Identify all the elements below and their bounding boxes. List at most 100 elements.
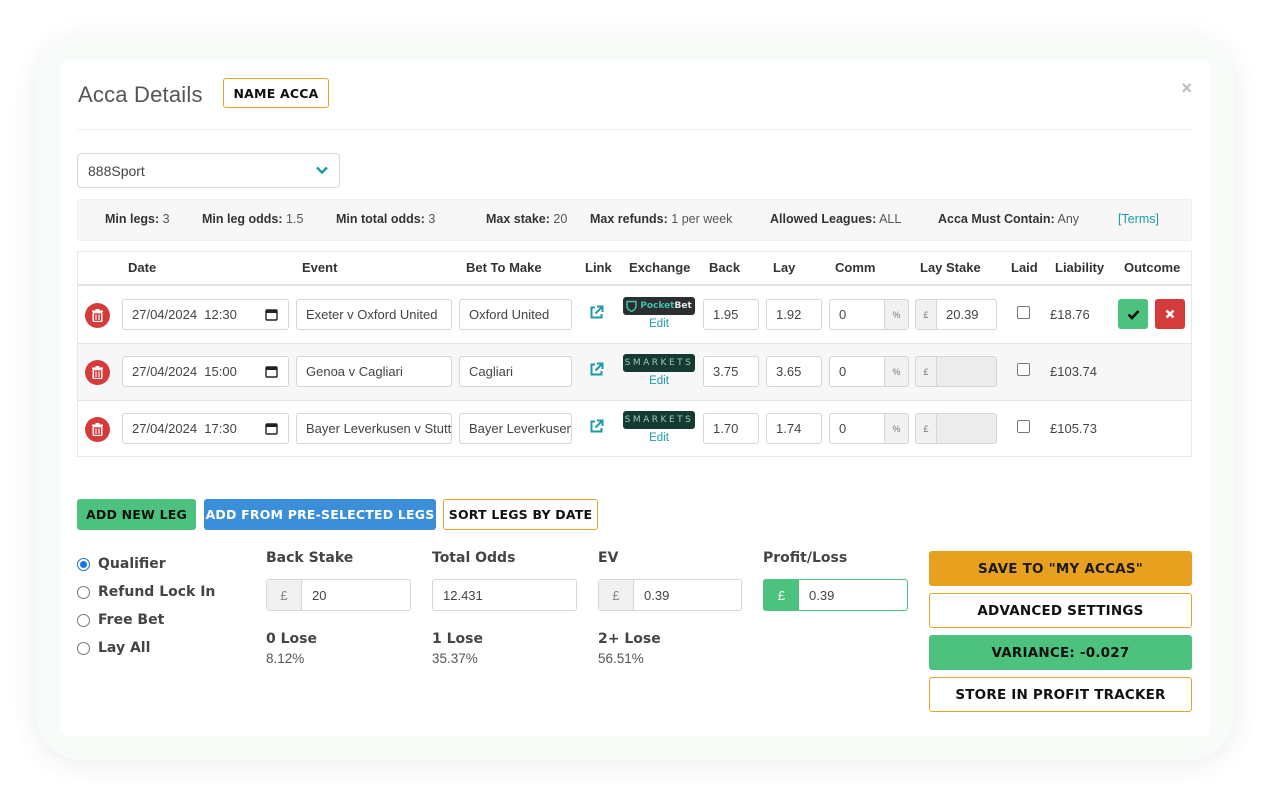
terms-link[interactable]: [Terms] — [1118, 212, 1159, 226]
leg-comm-input[interactable]: 0 — [829, 413, 885, 444]
bet-type-radio-group: Qualifier Refund Lock In Free Bet Lay Al… — [77, 550, 215, 662]
calendar-icon[interactable] — [265, 308, 278, 321]
add-preselected-legs-button[interactable]: ADD FROM PRE-SELECTED LEGS — [204, 499, 436, 530]
lose-1-stat: 1 Lose 35.37% — [432, 631, 483, 666]
term-max-stake: Max stake: 20 — [486, 212, 568, 226]
close-icon[interactable]: × — [1181, 78, 1192, 99]
check-icon — [1127, 309, 1139, 320]
pound-addon: £ — [915, 413, 937, 444]
leg-lay-stake-input[interactable] — [936, 356, 997, 387]
modal-title: Acca Details — [78, 82, 203, 107]
leg-event-value: Genoa v Cagliari — [306, 364, 403, 379]
header-event: Event — [302, 260, 338, 275]
exchange-logo-smarkets: SMARKETS — [623, 354, 695, 372]
table-row: 27/04/2024 15:00 Genoa v Cagliari Caglia… — [78, 344, 1191, 401]
calendar-icon[interactable] — [265, 422, 278, 435]
radio-button[interactable] — [77, 613, 90, 627]
outcome-won-button[interactable] — [1118, 299, 1148, 329]
back-stake-input[interactable]: £ 20 — [266, 579, 411, 611]
back-stake-group: Back Stake £ 20 — [266, 550, 411, 611]
profit-loss-value: 0.39 — [809, 587, 835, 603]
laid-checkbox[interactable] — [1017, 363, 1030, 376]
radio-button[interactable] — [77, 585, 90, 599]
total-odds-input[interactable]: 12.431 — [432, 579, 577, 611]
ev-input[interactable]: £ 0.39 — [598, 579, 742, 611]
external-link-icon[interactable] — [589, 305, 604, 320]
lose-1-value: 35.37% — [432, 651, 478, 666]
leg-bet-input[interactable]: Cagliari — [459, 356, 572, 387]
laid-checkbox[interactable] — [1017, 306, 1030, 319]
edit-exchange-link[interactable]: Edit — [623, 432, 695, 444]
leg-event-input[interactable]: Exeter v Oxford United — [296, 299, 452, 330]
term-allowed-leagues: Allowed Leagues: ALL — [770, 212, 902, 226]
header-link: Link — [585, 260, 612, 275]
delete-leg-button[interactable] — [85, 360, 110, 385]
total-odds-label: Total Odds — [432, 550, 516, 566]
profit-loss-input[interactable]: £ 0.39 — [763, 579, 908, 611]
leg-lay-odds-input[interactable]: 1.92 — [766, 299, 822, 330]
leg-event-input[interactable]: Bayer Leverkusen v Stuttgart — [296, 413, 452, 444]
advanced-settings-button[interactable]: ADVANCED SETTINGS — [929, 593, 1192, 628]
outcome-lost-button[interactable] — [1155, 299, 1185, 329]
name-acca-button[interactable]: NAME ACCA — [223, 78, 329, 108]
lose-1-label: 1 Lose — [432, 631, 483, 647]
radio-button[interactable] — [77, 557, 90, 571]
delete-leg-button[interactable] — [85, 303, 110, 328]
header-comm: Comm — [835, 260, 876, 275]
offer-terms-bar: Min legs: 3 Min leg odds: 1.5 Min total … — [77, 199, 1192, 241]
header-liability: Liability — [1055, 260, 1105, 275]
radio-free-bet[interactable]: Free Bet — [77, 606, 215, 634]
leg-lay-value: 3.65 — [776, 364, 802, 379]
add-new-leg-button[interactable]: ADD NEW LEG — [77, 499, 196, 530]
laid-checkbox[interactable] — [1017, 420, 1030, 433]
leg-date-input[interactable]: 27/04/2024 15:00 — [122, 356, 289, 387]
leg-date-input[interactable]: 27/04/2024 12:30 — [122, 299, 289, 330]
back-stake-value: 20 — [312, 587, 327, 603]
lose-2plus-value: 56.51% — [598, 651, 644, 666]
leg-back-odds-input[interactable]: 1.70 — [703, 413, 759, 444]
header-lay-stake: Lay Stake — [920, 260, 981, 275]
radio-button[interactable] — [77, 641, 90, 655]
profit-loss-group: Profit/Loss £ 0.39 — [763, 550, 908, 611]
leg-comm-input[interactable]: 0 — [829, 356, 885, 387]
leg-back-odds-input[interactable]: 1.95 — [703, 299, 759, 330]
variance-badge: VARIANCE: -0.027 — [929, 635, 1192, 670]
ev-value: 0.39 — [644, 587, 670, 603]
leg-bet-input[interactable]: Bayer Leverkusen — [459, 413, 572, 444]
exchange-logo-pocketbet: Pocket Bet — [623, 297, 695, 315]
calendar-icon[interactable] — [265, 365, 278, 378]
leg-bet-input[interactable]: Oxford United — [459, 299, 572, 330]
bookmaker-select[interactable]: 888Sport — [77, 153, 340, 188]
save-to-my-accas-button[interactable]: SAVE TO "MY ACCAS" — [929, 551, 1192, 586]
store-in-profit-tracker-button[interactable]: STORE IN PROFIT TRACKER — [929, 677, 1192, 712]
leg-event-input[interactable]: Genoa v Cagliari — [296, 356, 452, 387]
leg-lay-stake-input[interactable] — [936, 413, 997, 444]
edit-exchange-link[interactable]: Edit — [623, 375, 695, 387]
exchange-logo-text: Pocket — [640, 301, 675, 311]
leg-bet-value: Oxford United — [469, 307, 550, 322]
external-link-icon[interactable] — [589, 362, 604, 377]
table-header: Date Event Bet To Make Link Exchange Bac… — [78, 252, 1191, 286]
leg-comm-value: 0 — [839, 421, 847, 436]
delete-leg-button[interactable] — [85, 417, 110, 442]
sort-legs-by-date-button[interactable]: SORT LEGS BY DATE — [443, 499, 598, 530]
leg-lay-odds-input[interactable]: 3.65 — [766, 356, 822, 387]
edit-exchange-link[interactable]: Edit — [623, 318, 695, 330]
term-min-total-odds: Min total odds: 3 — [336, 212, 436, 226]
radio-qualifier[interactable]: Qualifier — [77, 550, 215, 578]
exchange-logo-text-suffix: Bet — [674, 301, 692, 311]
leg-back-odds-input[interactable]: 3.75 — [703, 356, 759, 387]
header-outcome: Outcome — [1124, 260, 1181, 275]
leg-event-value: Exeter v Oxford United — [306, 307, 438, 322]
radio-lay-all[interactable]: Lay All — [77, 634, 215, 662]
external-link-icon[interactable] — [589, 419, 604, 434]
leg-date-input[interactable]: 27/04/2024 17:30 — [122, 413, 289, 444]
leg-lay-stake-input[interactable]: 20.39 — [936, 299, 997, 330]
leg-lay-odds-input[interactable]: 1.74 — [766, 413, 822, 444]
percent-addon: % — [884, 299, 909, 330]
chevron-down-icon — [316, 166, 328, 175]
radio-refund-lock-in[interactable]: Refund Lock In — [77, 578, 215, 606]
leg-comm-input[interactable]: 0 — [829, 299, 885, 330]
total-odds-group: Total Odds 12.431 — [432, 550, 577, 611]
shield-icon — [626, 300, 637, 312]
